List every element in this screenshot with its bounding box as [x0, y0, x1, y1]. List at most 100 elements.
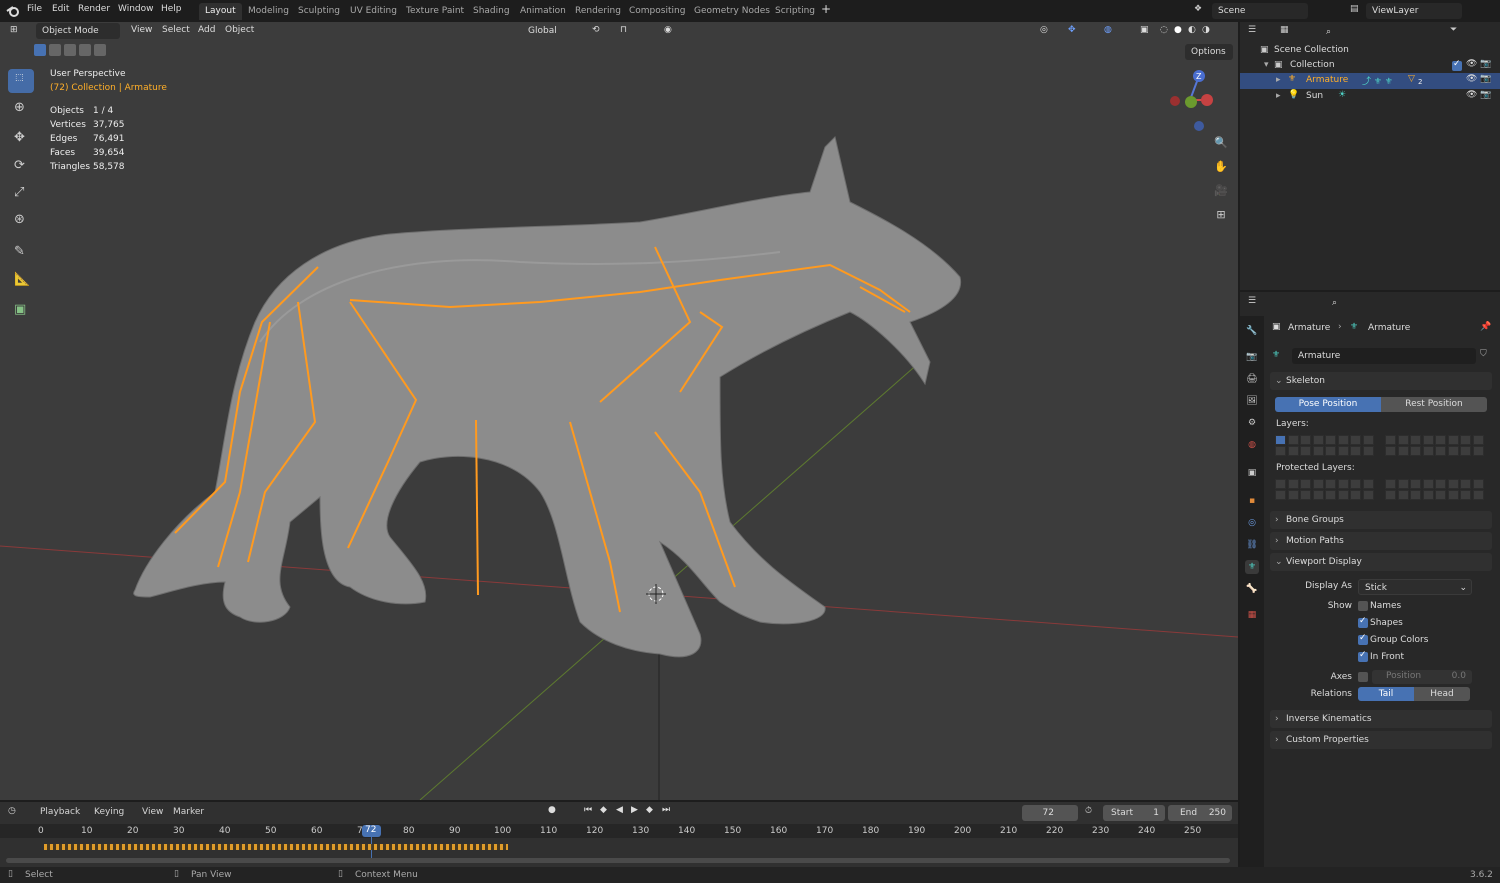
measure-tool[interactable]: 📐 — [8, 269, 34, 293]
annotate-tool[interactable]: ✎ — [8, 241, 34, 265]
tab-compositing[interactable]: Compositing — [623, 3, 691, 20]
armature-render-icon[interactable]: 📷 — [1480, 74, 1491, 84]
view-layer-selector[interactable]: ViewLayer — [1366, 3, 1462, 19]
layer-toggle[interactable] — [1447, 435, 1459, 445]
layer-toggle[interactable] — [1410, 490, 1421, 500]
layer-toggle[interactable] — [1287, 446, 1299, 456]
tab-texture-paint[interactable]: Texture Paint — [400, 3, 470, 20]
layer-toggle[interactable] — [1287, 435, 1299, 445]
protected-layers-grid-b[interactable] — [1385, 479, 1487, 501]
tab-animation[interactable]: Animation — [514, 3, 572, 20]
layer-toggle[interactable] — [1337, 479, 1349, 489]
object-tab-icon[interactable]: ▪ — [1245, 494, 1259, 508]
layer-toggle[interactable] — [1325, 435, 1336, 445]
outliner-armature-label[interactable]: Armature — [1306, 75, 1348, 85]
outliner-editor-icon[interactable]: ☰ — [1248, 25, 1256, 35]
tab-uv-editing[interactable]: UV Editing — [344, 3, 403, 20]
layer-toggle[interactable] — [1275, 479, 1286, 489]
layer-toggle[interactable] — [1422, 479, 1434, 489]
cursor-tool[interactable]: ⊕ — [8, 97, 34, 121]
ortho-grid-icon[interactable]: ⊞ — [1210, 204, 1232, 226]
outliner-row-sun[interactable]: ▸ 💡 Sun ☀ 👁 📷 — [1240, 89, 1500, 105]
panel-bone-groups[interactable]: › Bone Groups — [1270, 511, 1492, 529]
outliner-search-input[interactable]: ⌕ — [1320, 24, 1430, 40]
layer-toggle[interactable] — [1350, 435, 1361, 445]
show-group-colors-label[interactable]: Group Colors — [1370, 635, 1428, 645]
layer-toggle[interactable] — [1435, 446, 1446, 456]
layer-toggle[interactable] — [1275, 446, 1286, 456]
armature-data-tab-icon[interactable]: ⚜ — [1245, 560, 1259, 574]
show-names-checkbox[interactable] — [1358, 601, 1368, 611]
layer-toggle[interactable] — [1460, 435, 1471, 445]
layer-toggle[interactable] — [1362, 479, 1374, 489]
data-block-icon[interactable]: ⚜ — [1272, 350, 1280, 360]
layer-toggle[interactable] — [1472, 490, 1484, 500]
tab-rendering[interactable]: Rendering — [569, 3, 627, 20]
protected-layers-grid-a[interactable] — [1275, 479, 1377, 501]
layer-toggle[interactable] — [1447, 479, 1459, 489]
collection-exclude-checkbox[interactable] — [1452, 59, 1462, 71]
layer-toggle[interactable] — [1385, 435, 1396, 445]
layer-toggle[interactable] — [1460, 479, 1471, 489]
layer-toggle[interactable] — [1472, 479, 1484, 489]
layer-toggle[interactable] — [1275, 490, 1286, 500]
outliner-collection[interactable]: Collection — [1290, 60, 1335, 70]
move-tool[interactable]: ✥ — [8, 127, 34, 151]
panel-motion-paths[interactable]: › Motion Paths — [1270, 532, 1492, 550]
layer-toggle[interactable] — [1300, 446, 1311, 456]
layer-toggle[interactable] — [1325, 490, 1336, 500]
scene-tab-icon[interactable]: ⚙ — [1245, 416, 1259, 430]
panel-viewport-display[interactable]: ⌄ Viewport Display — [1270, 553, 1492, 571]
layer-toggle[interactable] — [1385, 479, 1396, 489]
tool-tab-icon[interactable]: 🔧 — [1245, 324, 1259, 338]
collection-chevron-icon[interactable]: ▾ — [1264, 60, 1269, 70]
outliner-sun-label[interactable]: Sun — [1306, 91, 1323, 101]
tab-scripting[interactable]: Scripting — [769, 3, 821, 20]
layer-toggle[interactable] — [1410, 479, 1421, 489]
camera-view-icon[interactable]: 🎥 — [1210, 180, 1232, 202]
texture-tab-icon[interactable]: ▦ — [1245, 608, 1259, 622]
layer-toggle[interactable] — [1422, 446, 1434, 456]
properties-search-input[interactable]: ⌕ — [1326, 295, 1414, 311]
armature-visibility-icon[interactable]: 👁 — [1466, 74, 1477, 84]
layer-toggle[interactable] — [1447, 446, 1459, 456]
layer-toggle[interactable] — [1287, 490, 1299, 500]
axes-checkbox[interactable] — [1358, 672, 1368, 682]
navigation-gizmo[interactable]: Z — [1165, 67, 1220, 132]
3d-viewport[interactable]: ⊞ Object Mode View Select Add Object Glo… — [0, 22, 1238, 800]
scale-tool[interactable]: ⤢ — [8, 182, 34, 206]
layer-toggle[interactable] — [1385, 490, 1396, 500]
tab-shading[interactable]: Shading — [467, 3, 516, 20]
layer-toggle[interactable] — [1472, 446, 1484, 456]
relations-head-button[interactable]: Head — [1414, 687, 1470, 701]
layer-toggle[interactable] — [1325, 446, 1336, 456]
layers-grid-b[interactable] — [1385, 435, 1487, 457]
layer-toggle[interactable] — [1312, 490, 1324, 500]
menu-file[interactable]: File — [27, 4, 42, 14]
transform-tool[interactable]: ⊛ — [8, 209, 34, 233]
layer-toggle[interactable] — [1312, 446, 1324, 456]
rotate-tool[interactable]: ⟳ — [8, 155, 34, 179]
menu-help[interactable]: Help — [161, 4, 182, 14]
collection-tab-icon[interactable]: ▣ — [1245, 466, 1259, 480]
layer-toggle[interactable] — [1422, 435, 1434, 445]
tab-modeling[interactable]: Modeling — [242, 3, 295, 20]
show-group-colors-checkbox[interactable] — [1358, 633, 1368, 645]
layer-toggle[interactable] — [1312, 435, 1324, 445]
constraints-tab-icon[interactable]: ⛓ — [1245, 538, 1259, 552]
scene-selector[interactable]: Scene — [1212, 3, 1308, 19]
show-names-label[interactable]: Names — [1370, 601, 1401, 611]
tab-geometry-nodes[interactable]: Geometry Nodes — [688, 3, 776, 20]
layer-toggle[interactable] — [1350, 490, 1361, 500]
add-cube-tool[interactable]: ▣ — [8, 299, 34, 323]
outliner-row-armature[interactable]: ▸ ⚜ Armature ⤴ ⚜ ⚜ ▽ 2 👁 📷 — [1240, 73, 1500, 89]
layer-toggle[interactable] — [1410, 446, 1421, 456]
collection-render-icon[interactable]: 📷 — [1480, 59, 1491, 69]
physics-tab-icon[interactable]: ◎ — [1245, 516, 1259, 530]
layer-toggle[interactable] — [1397, 435, 1409, 445]
axes-position-field[interactable]: Position 0.0 — [1372, 670, 1472, 684]
panel-custom-properties[interactable]: › Custom Properties — [1270, 731, 1492, 749]
menu-window[interactable]: Window — [118, 4, 154, 14]
layer-toggle[interactable] — [1397, 479, 1409, 489]
properties-editor-icon[interactable]: ☰ — [1248, 296, 1256, 306]
